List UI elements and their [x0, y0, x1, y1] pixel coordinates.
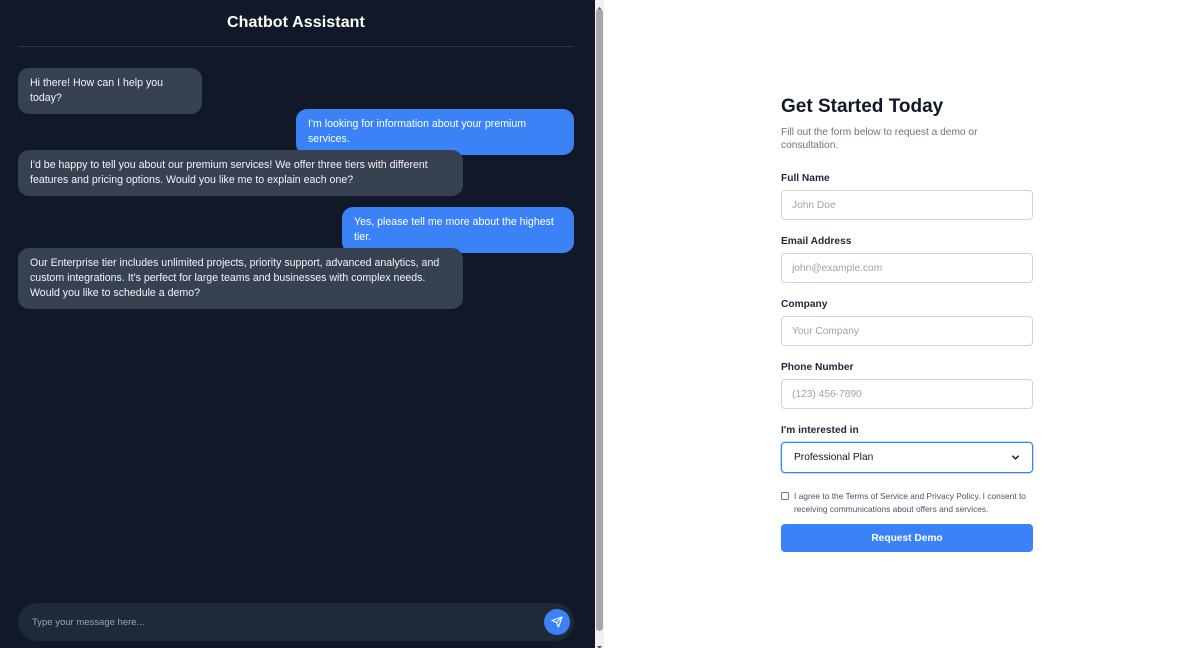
chat-message-bot: I'd be happy to tell you about our premi… [18, 150, 463, 196]
chat-message-bot: Our Enterprise tier includes unlimited p… [18, 248, 463, 309]
phone-input[interactable] [781, 379, 1033, 409]
full-name-input[interactable] [781, 190, 1033, 220]
chat-title: Chatbot Assistant [226, 14, 365, 31]
agree-checkbox[interactable] [781, 492, 789, 500]
email-input[interactable] [781, 253, 1033, 283]
interest-label: I'm interested in [781, 425, 859, 436]
chevron-down-icon [1011, 453, 1020, 462]
interest-select[interactable]: Professional Plan [781, 442, 1033, 473]
interest-selected-value: Professional Plan [794, 452, 874, 463]
chat-message-bot: Hi there! How can I help you today? [18, 68, 202, 114]
chat-scrollbar[interactable] [595, 0, 604, 648]
company-label: Company [781, 299, 828, 310]
scroll-down-arrow-icon[interactable] [595, 639, 604, 648]
send-icon [551, 616, 563, 628]
chat-message-user: I'm looking for information about your p… [296, 109, 574, 155]
email-label: Email Address [781, 236, 852, 247]
send-button[interactable] [544, 609, 570, 635]
scroll-up-arrow-icon[interactable] [595, 0, 604, 10]
chat-message-user: Yes, please tell me more about the highe… [342, 207, 574, 253]
phone-label: Phone Number [781, 362, 854, 373]
agree-row: I agree to the Terms of Service and Priv… [781, 490, 1033, 515]
form-title: Get Started Today [781, 96, 944, 117]
chat-header: Chatbot Assistant [18, 0, 574, 47]
chat-message-input[interactable] [32, 603, 532, 641]
chat-input-bar [18, 603, 574, 641]
request-demo-button[interactable]: Request Demo [781, 524, 1033, 552]
agree-text: I agree to the Terms of Service and Priv… [794, 491, 1026, 514]
full-name-label: Full Name [781, 173, 830, 184]
form-subtitle: Fill out the form below to request a dem… [781, 127, 978, 151]
company-input[interactable] [781, 316, 1033, 346]
scroll-thumb[interactable] [596, 9, 603, 631]
chat-panel: Chatbot Assistant Hi there! How can I he… [0, 0, 595, 648]
